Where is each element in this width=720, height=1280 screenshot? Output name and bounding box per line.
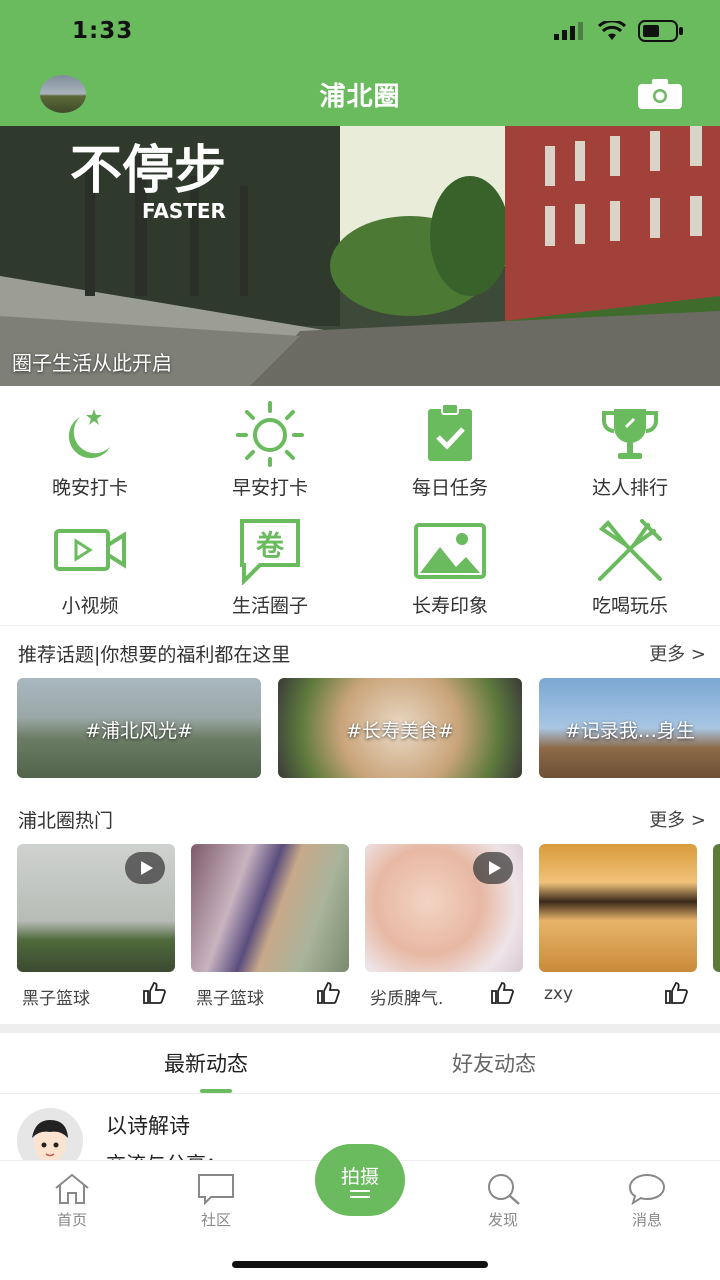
tab-latest[interactable]: 最新动态	[164, 1048, 248, 1078]
play-icon	[125, 852, 165, 884]
grid-item-food-fun[interactable]: 吃喝玩乐	[540, 511, 720, 621]
grid-label: 小视频	[61, 595, 119, 617]
divider	[0, 625, 720, 626]
speech-bubble-icon	[628, 1173, 666, 1205]
topic-card[interactable]: #浦北风光#	[17, 678, 261, 778]
shoot-label: 拍摄	[340, 1166, 379, 1188]
home-icon	[55, 1173, 89, 1204]
grid-item-short-video[interactable]: 小视频	[0, 511, 180, 621]
grid-item-goodmorning[interactable]: 早安打卡	[180, 393, 360, 503]
topic-card[interactable]: #长寿美食#	[278, 678, 522, 778]
shoot-button[interactable]: 拍摄	[315, 1144, 405, 1216]
tab-messages[interactable]: 消息	[607, 1173, 687, 1230]
feed-author: 以诗解诗	[106, 1114, 190, 1138]
grid-label: 晚安打卡	[51, 477, 128, 499]
topic-label: #长寿美食#	[346, 720, 454, 742]
tab-community[interactable]: 社区	[176, 1173, 256, 1230]
thumbs-up-icon[interactable]	[490, 982, 514, 1004]
hot-card[interactable]	[17, 844, 175, 972]
thumbs-up-icon[interactable]	[664, 982, 688, 1004]
hot-card-partial[interactable]	[713, 844, 720, 972]
topic-label: #浦北风光#	[85, 720, 193, 742]
image-icon	[414, 523, 486, 579]
tab-label: 消息	[631, 1211, 662, 1229]
banner-logo-cn: 不停步	[70, 141, 226, 201]
hot-author: 黑子篮球	[22, 989, 90, 1009]
grid-item-life-circle[interactable]: 卷 生活圈子	[180, 511, 360, 621]
page-title: 浦北圈	[319, 82, 401, 112]
topic-label: #记录我…身生	[565, 720, 695, 742]
clipboard-check-icon	[428, 403, 472, 461]
banner-logo-en: FASTER	[142, 199, 226, 223]
hot-author: zxy	[544, 984, 574, 1004]
hot-card[interactable]	[365, 844, 523, 972]
grid-item-daily-task[interactable]: 每日任务	[360, 393, 540, 503]
hot-title: 浦北圈热门	[18, 810, 114, 832]
grid-label: 生活圈子	[231, 595, 308, 617]
grid-label: 吃喝玩乐	[591, 595, 668, 617]
status-icons	[554, 20, 684, 42]
svg-text:卷: 卷	[256, 529, 285, 562]
topic-card[interactable]: #记录我…身生	[539, 678, 720, 778]
grid-label: 早安打卡	[231, 477, 308, 499]
header-bar: 1:33 浦北圈	[0, 0, 720, 126]
tab-home[interactable]: 首页	[32, 1173, 112, 1230]
hot-author: 黑子篮球	[196, 989, 264, 1009]
hot-more-link[interactable]: 更多 >	[649, 806, 706, 832]
chat-box-icon	[198, 1174, 234, 1205]
home-indicator	[232, 1261, 488, 1268]
video-camera-icon	[54, 529, 126, 571]
grid-item-goodnight[interactable]: 晚安打卡	[0, 393, 180, 503]
topics-more-link[interactable]: 更多 >	[649, 640, 706, 666]
grid-label: 每日任务	[411, 477, 488, 499]
battery-icon	[638, 20, 683, 42]
banner-caption: 圈子生活从此开启	[12, 351, 172, 375]
hot-card[interactable]	[191, 844, 349, 972]
tab-label: 首页	[56, 1211, 87, 1229]
play-icon	[473, 852, 513, 884]
moon-star-icon	[68, 409, 110, 459]
wifi-icon	[598, 21, 626, 40]
camera-icon[interactable]	[638, 79, 682, 109]
sun-icon	[236, 401, 304, 467]
grid-label: 达人排行	[591, 477, 668, 499]
section-divider	[0, 1024, 720, 1033]
fork-knife-icon	[598, 519, 662, 581]
juan-chat-icon: 卷	[240, 519, 300, 585]
menu-line-icon	[350, 1196, 370, 1198]
hot-card[interactable]	[539, 844, 697, 972]
search-icon	[488, 1174, 520, 1205]
grid-item-impression[interactable]: 长寿印象	[360, 511, 540, 621]
grid-label: 长寿印象	[411, 595, 488, 617]
tab-label: 社区	[200, 1211, 231, 1229]
status-time: 1:33	[72, 18, 134, 44]
thumbs-up-icon[interactable]	[316, 982, 340, 1004]
signal-icon	[554, 22, 583, 40]
tab-discover[interactable]: 发现	[463, 1173, 543, 1230]
menu-line-icon	[350, 1190, 370, 1192]
grid-item-ranking[interactable]: 达人排行	[540, 393, 720, 503]
trophy-icon	[602, 409, 658, 459]
hot-author: 劣质脾气.	[370, 989, 444, 1009]
divider	[0, 1093, 720, 1094]
tab-friends[interactable]: 好友动态	[452, 1048, 536, 1078]
banner[interactable]: 不停步 FASTER 圈子生活从此开启	[0, 126, 720, 386]
topics-title: 推荐话题|你想要的福利都在这里	[18, 644, 291, 666]
thumbs-up-icon[interactable]	[142, 982, 166, 1004]
tab-label: 发现	[487, 1211, 518, 1229]
